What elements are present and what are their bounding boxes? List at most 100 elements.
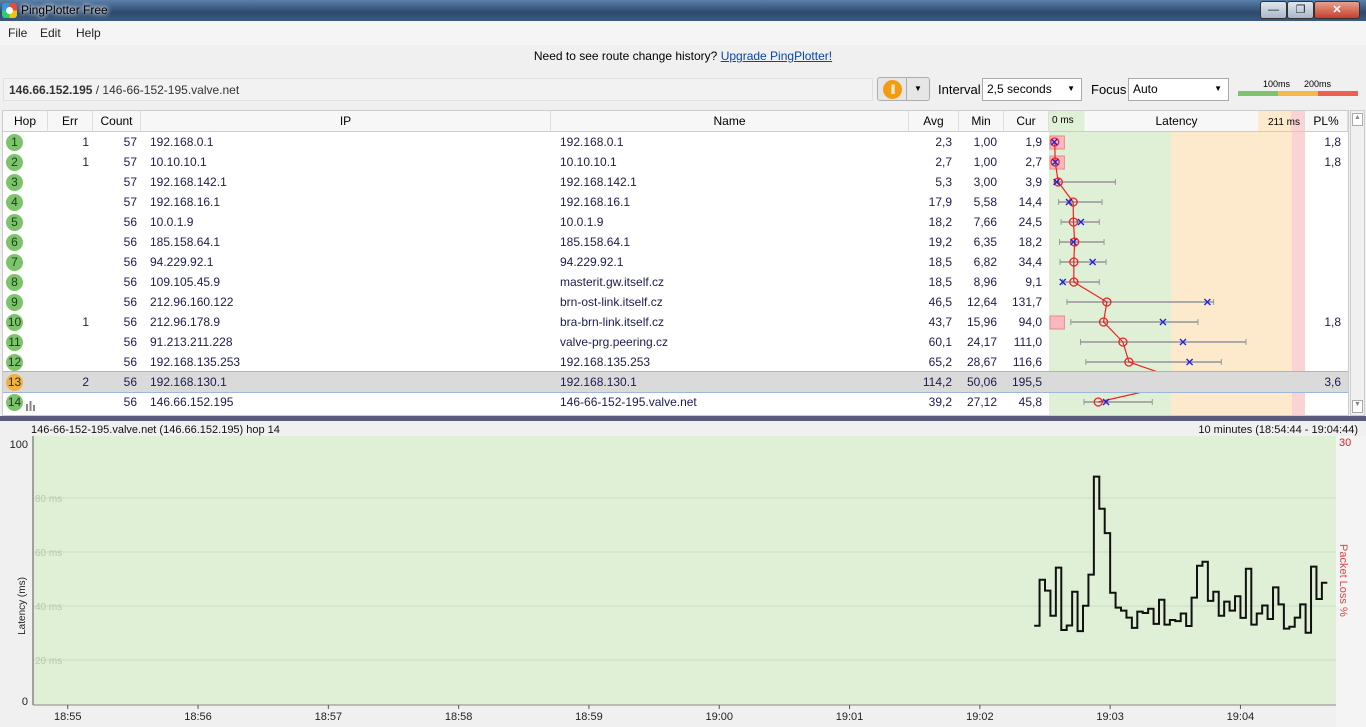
menu-edit[interactable]: Edit [40,26,61,40]
col-count[interactable]: Count [93,111,141,132]
y-tick-label: 20 ms [35,656,62,667]
minimize-button[interactable]: — [1260,1,1287,19]
col-latency[interactable]: 0 ms Latency 211 ms [1049,111,1305,132]
cell-ip: 192.168.142.1 [150,175,227,189]
table-scrollbar[interactable]: ▲ ▼ [1350,110,1365,416]
col-cur[interactable]: Cur [1004,111,1049,132]
cell-min: 1,00 [973,135,997,149]
maximize-button[interactable]: ❐ [1287,1,1314,19]
table-row[interactable]: 2 1 57 10.10.10.1 10.10.10.1 2,7 1,00 2,7 1,8 [3,152,1348,172]
cell-pl: 3,6 [1324,375,1341,389]
table-row[interactable]: 8 56 109.105.45.9 masterit.gw.itself.cz 18,5… [3,272,1348,292]
upgrade-link[interactable]: Upgrade PingPlotter! [721,49,832,63]
cell-avg: 2,3 [935,135,952,149]
upgrade-banner: Need to see route change history? Upgrad… [0,49,1366,63]
focus-label: Focus [1091,82,1127,97]
col-err[interactable]: Err [48,111,93,132]
cell-ip: 192.168.16.1 [150,195,221,209]
y-tick-label: 60 ms [35,548,62,559]
interval-select[interactable]: 2,5 seconds ▼ [982,78,1082,101]
cell-name: bra-brn-link.itself.cz [560,315,665,329]
x-tick-label: 18:58 [445,711,473,723]
cell-ip: 192.168.135.253 [150,355,241,369]
chevron-down-icon: ▼ [1067,84,1075,93]
col-min[interactable]: Min [959,111,1004,132]
cell-avg: 43,7 [928,315,952,329]
pane-splitter[interactable] [0,416,1366,421]
target-field[interactable]: 146.66.152.195 / 146-66-152-195.valve.ne… [3,78,873,101]
col-avg[interactable]: Avg [909,111,959,132]
y-tick-label: 0 [22,696,28,708]
x-tick-label: 19:02 [966,711,994,723]
cell-avg: 46,5 [928,295,952,309]
cell-err: 1 [82,155,89,169]
x-tick-label: 18:57 [315,711,343,723]
graph-time-range[interactable]: 10 minutes (18:54:44 - 19:04:44) [1198,424,1358,436]
hop-badge: 8 [6,274,23,291]
table-row[interactable]: 14 56 146.66.152.195 146-66-152-195.valve.n… [3,392,1348,412]
trace-table: Hop Err Count IP Name Avg Min Cur 0 ms L… [2,110,1349,416]
table-row[interactable]: 12 56 192.168.135.253 192.168.135.253 65,2 28… [3,352,1348,372]
col-ip[interactable]: IP [141,111,551,132]
cell-cur: 1,9 [1025,135,1042,149]
cell-err [48,232,93,252]
cell-count: 56 [123,235,137,249]
cell-err [48,332,93,352]
cell-ip: 10.0.1.9 [150,215,194,229]
table-row[interactable]: 3 57 192.168.142.1 192.168.142.1 5,3 3,00 3,9 [3,172,1348,192]
table-row[interactable]: 6 56 185.158.64.1 185.158.64.1 19,2 6,35 18,2 [3,232,1348,252]
cell-ip: 185.158.64.1 [150,235,221,249]
cell-count: 56 [123,295,137,309]
cell-ip: 109.105.45.9 [150,275,221,289]
cell-cur: 2,7 [1025,155,1042,169]
cell-count: 56 [123,395,137,409]
x-tick-label: 18:55 [54,711,82,723]
timeline-graph[interactable]: 0 20 ms 40 ms 60 ms 80 ms 100 18:55 18:56 18:57 1… [0,436,1366,727]
close-button[interactable]: ✕ [1314,1,1360,19]
hop-badge: 3 [6,174,23,191]
table-row[interactable]: 11 56 91.213.211.228 valve-prg.peering.cz 60… [3,332,1348,352]
pause-button[interactable]: || [877,77,907,101]
cell-err: 2 [82,375,89,389]
cell-err [48,252,93,272]
table-row[interactable]: 4 57 192.168.16.1 192.168.16.1 17,9 5,58 14,4 [3,192,1348,212]
pl-axis-max: 30 [1339,437,1351,449]
cell-name: 146-66-152-195.valve.net [560,395,697,409]
scroll-up-button[interactable]: ▲ [1352,113,1363,126]
cell-count: 57 [123,155,137,169]
table-row[interactable]: 13 2 56 192.168.130.1 192.168.130.1 114,2 50,0… [3,371,1348,393]
table-row[interactable]: 7 56 94.229.92.1 94.229.92.1 18,5 6,82 34,4 [3,252,1348,272]
cell-ip: 10.10.10.1 [150,155,207,169]
hop-badge: 6 [6,234,23,251]
x-tick-label: 19:04 [1227,711,1255,723]
focus-select[interactable]: Auto ▼ [1128,78,1229,101]
cell-ip: 91.213.211.228 [150,335,233,349]
col-hop[interactable]: Hop [3,111,48,132]
scroll-down-button[interactable]: ▼ [1352,400,1363,413]
col-pl[interactable]: PL% [1305,111,1348,132]
x-tick-label: 19:01 [836,711,864,723]
cell-count: 56 [123,215,137,229]
x-tick-label: 18:59 [575,711,603,723]
menu-help[interactable]: Help [76,26,101,40]
cell-name: 192.168.16.1 [560,195,631,209]
table-row[interactable]: 10 1 56 212.96.178.9 bra-brn-link.itself.cz 4… [3,312,1348,332]
cell-ip: 94.229.92.1 [150,255,214,269]
pause-dropdown-button[interactable]: ▼ [906,77,930,101]
table-row[interactable]: 5 56 10.0.1.9 10.0.1.9 18,2 7,66 24,5 [3,212,1348,232]
col-name[interactable]: Name [551,111,909,132]
cell-err [48,272,93,292]
table-row[interactable]: 9 56 212.96.160.122 brn-ost-link.itself.cz 4… [3,292,1348,312]
plot-area [33,436,1336,705]
cell-avg: 18,2 [928,215,952,229]
cell-min: 50,06 [966,375,997,389]
table-row[interactable]: 1 1 57 192.168.0.1 192.168.0.1 2,3 1,00 1,9 1,8 [3,132,1348,152]
legend-orange [1278,91,1318,96]
cell-cur: 24,5 [1018,215,1042,229]
cell-avg: 18,5 [928,255,952,269]
cell-pl [1305,272,1345,292]
banner-text: Need to see route change history? [533,49,718,63]
app-icon [2,3,17,18]
cell-pl [1305,252,1345,272]
menu-file[interactable]: File [8,26,27,40]
